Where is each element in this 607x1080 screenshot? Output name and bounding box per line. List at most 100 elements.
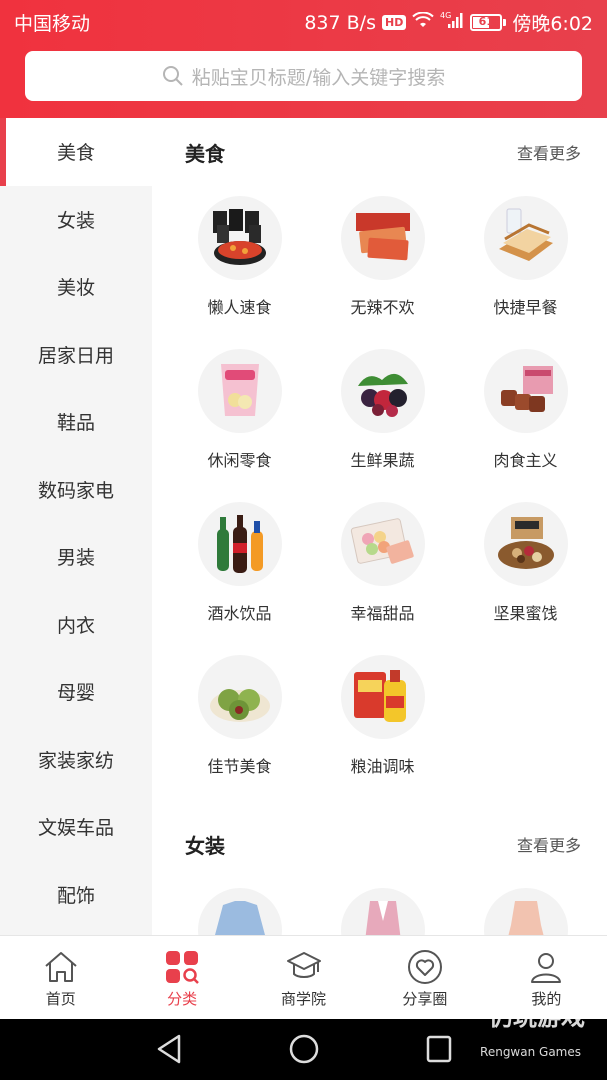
subcategory-item[interactable] xyxy=(311,874,454,935)
peach-dress-icon xyxy=(483,888,568,935)
sidebar-item-label: 配饰 xyxy=(56,884,95,907)
tab-home-label: 首页 xyxy=(45,990,76,1008)
tab-academy-label: 商学院 xyxy=(281,990,327,1008)
subcategory-item[interactable]: 快捷早餐 xyxy=(454,182,597,335)
battery-icon: 61 xyxy=(470,14,507,31)
sidebar-item[interactable]: 居家日用 xyxy=(0,321,152,389)
wifi-icon xyxy=(412,11,435,34)
subcategory-item[interactable]: 生鲜果蔬 xyxy=(311,335,454,488)
sidebar-item-label: 母婴 xyxy=(56,682,95,705)
watermark-title: 仍玩游戏 xyxy=(489,1003,585,1031)
carrier-label: 中国移动 xyxy=(14,13,91,35)
subcategory-label: 懒人速食 xyxy=(207,298,272,317)
sidebar-item-label: 男装 xyxy=(56,547,95,570)
tab-category[interactable]: 分类 xyxy=(121,936,242,1019)
sidebar-item[interactable]: 家装家纺 xyxy=(0,726,152,794)
blue-shirt-icon xyxy=(197,888,282,935)
subcategory-item[interactable]: 懒人速食 xyxy=(168,182,311,335)
signal-icon: 4G xyxy=(440,11,464,34)
screen: 中国移动 837 B/s HD 4G 61 傍晚6:02 粘贴宝贝标题/输入关键… xyxy=(0,0,607,1080)
section-title: 女装 xyxy=(185,834,225,858)
sidebar-item-label: 家装家纺 xyxy=(37,749,114,772)
sidebar-item-label: 居家日用 xyxy=(37,344,114,367)
spicy-snack-icon xyxy=(340,196,425,280)
sidebar-item-label: 鞋品 xyxy=(56,412,95,435)
sidebar-item-label: 美妆 xyxy=(56,277,95,300)
watermark-subtitle: Rengwan Games xyxy=(480,1045,581,1059)
sidebar-item[interactable]: 内衣 xyxy=(0,591,152,659)
subcategory-item[interactable]: 粮油调味 xyxy=(311,641,454,794)
subcategory-label: 坚果蜜饯 xyxy=(493,604,558,623)
sidebar-item-label: 内衣 xyxy=(56,614,95,637)
meat-box-icon xyxy=(483,349,568,433)
subcategory-item[interactable]: 坚果蜜饯 xyxy=(454,488,597,641)
subcategory-label: 生鲜果蔬 xyxy=(350,451,415,470)
oil-rice-icon xyxy=(340,655,425,739)
section-header: 女装 查看更多 xyxy=(152,810,607,874)
section-header: 美食 查看更多 xyxy=(152,118,607,182)
sidebar-item-label: 女装 xyxy=(56,209,95,232)
subcategory-item[interactable]: 酒水饮品 xyxy=(168,488,311,641)
header: 中国移动 837 B/s HD 4G 61 傍晚6:02 粘贴宝贝标题/输入关键… xyxy=(0,0,607,118)
user-icon xyxy=(527,948,565,986)
bottles-icon xyxy=(197,502,282,586)
search-input[interactable]: 粘贴宝贝标题/输入关键字搜索 xyxy=(25,51,582,101)
sidebar-item[interactable]: 配饰 xyxy=(0,861,152,929)
sidebar-item[interactable]: 女装 xyxy=(0,186,152,254)
sidebar-item[interactable]: 母婴 xyxy=(0,658,152,726)
subcategory-grid: 懒人速食 无辣不欢 快捷早餐休闲零食 生鲜果蔬 肉食主义酒水饮品 幸福甜品 坚果蜜饯佳节美食… xyxy=(152,182,607,794)
heart-circle-icon xyxy=(406,948,444,986)
tab-category-label: 分类 xyxy=(167,990,198,1008)
sidebar-item[interactable]: 鞋品 xyxy=(0,388,152,456)
search-placeholder: 粘贴宝贝标题/输入关键字搜索 xyxy=(191,66,446,89)
macaron-icon xyxy=(340,502,425,586)
sidebar-item[interactable]: 数码家电 xyxy=(0,456,152,524)
subcategory-item[interactable]: 幸福甜品 xyxy=(311,488,454,641)
chips-bag-icon xyxy=(197,349,282,433)
sidebar-item-label: 美食 xyxy=(56,142,95,165)
network-speed: 837 B/s xyxy=(304,11,376,34)
recents-icon[interactable] xyxy=(425,1033,453,1065)
status-right: 837 B/s HD 4G 61 傍晚6:02 xyxy=(304,9,593,36)
rice-cake-icon xyxy=(197,655,282,739)
network-type-label: 4G xyxy=(440,11,451,20)
search-icon xyxy=(162,66,183,86)
home-button-icon[interactable] xyxy=(288,1033,320,1065)
view-more-link[interactable]: 查看更多 xyxy=(517,140,581,164)
subcategory-item[interactable]: 佳节美食 xyxy=(168,641,311,794)
view-more-link[interactable]: 查看更多 xyxy=(517,832,581,856)
instant-noodles-icon xyxy=(197,196,282,280)
subcategory-label: 幸福甜品 xyxy=(350,604,415,623)
subcategory-label: 无辣不欢 xyxy=(350,298,415,317)
clock: 傍晚6:02 xyxy=(512,13,593,35)
home-icon xyxy=(42,948,80,986)
category-icon xyxy=(163,948,201,986)
subcategory-label: 粮油调味 xyxy=(350,757,415,776)
sidebar-item[interactable]: 男装 xyxy=(0,523,152,591)
subcategory-item[interactable]: 休闲零食 xyxy=(168,335,311,488)
subcategory-label: 休闲零食 xyxy=(207,451,272,470)
subcategory-item[interactable] xyxy=(168,874,311,935)
bread-icon xyxy=(483,196,568,280)
sidebar-item[interactable]: 美食 xyxy=(0,118,152,186)
tab-share-label: 分享圈 xyxy=(402,990,448,1008)
tab-share[interactable]: 分享圈 xyxy=(364,936,485,1019)
tab-academy[interactable]: 商学院 xyxy=(243,936,364,1019)
sidebar-item[interactable]: 文娱车品 xyxy=(0,793,152,861)
subcategory-item[interactable] xyxy=(454,874,597,935)
back-icon[interactable] xyxy=(155,1033,183,1065)
nuts-icon xyxy=(483,502,568,586)
subcategory-label: 酒水饮品 xyxy=(207,604,272,623)
sidebar-item[interactable]: 美妆 xyxy=(0,253,152,321)
subcategory-item[interactable]: 肉食主义 xyxy=(454,335,597,488)
subcategory-item[interactable]: 无辣不欢 xyxy=(311,182,454,335)
status-bar: 中国移动 837 B/s HD 4G 61 傍晚6:02 xyxy=(0,0,607,42)
sidebar-item-label: 数码家电 xyxy=(37,479,114,502)
sidebar-item-label: 文娱车品 xyxy=(37,817,114,840)
hd-badge: HD xyxy=(381,15,407,30)
tab-home[interactable]: 首页 xyxy=(0,936,121,1019)
section-title: 美食 xyxy=(185,142,225,166)
subcategory-grid xyxy=(152,874,607,935)
pink-coat-icon xyxy=(340,888,425,935)
subcategory-label: 佳节美食 xyxy=(207,757,272,776)
